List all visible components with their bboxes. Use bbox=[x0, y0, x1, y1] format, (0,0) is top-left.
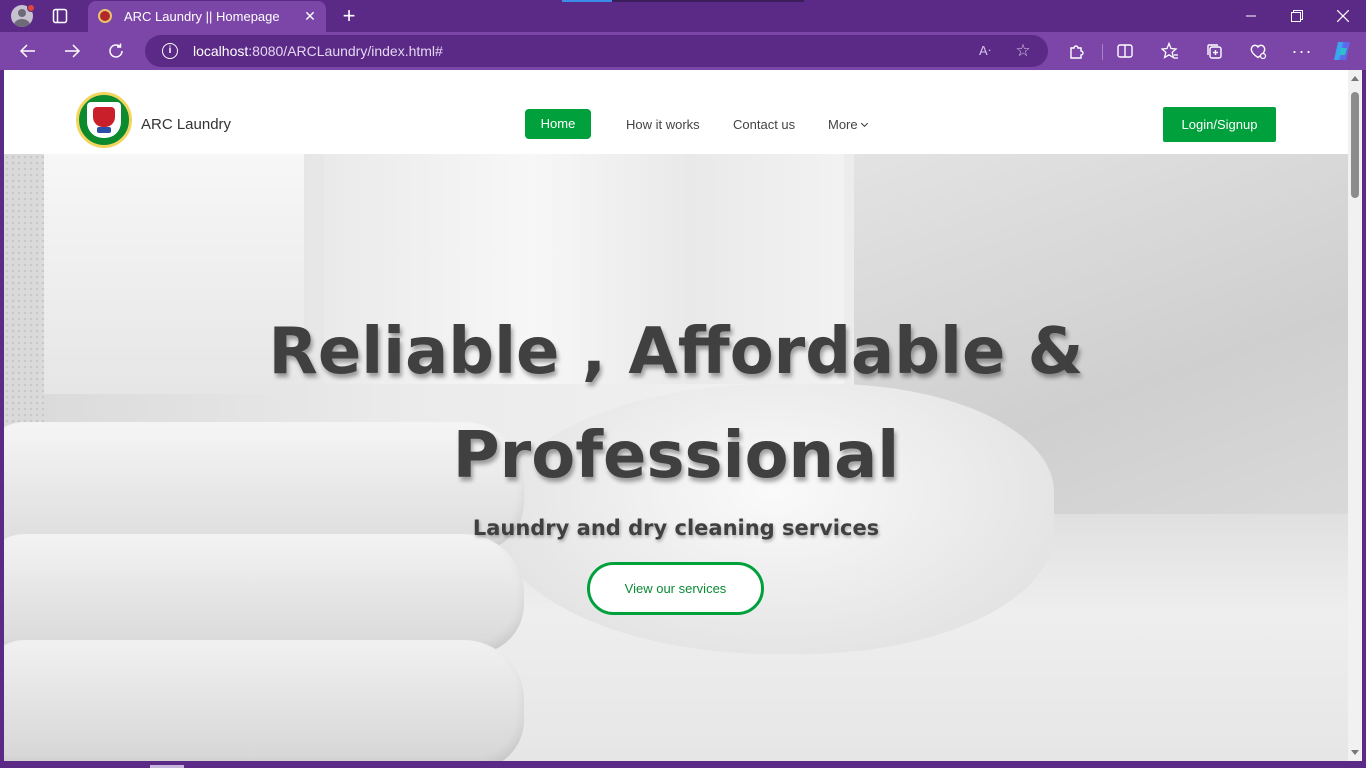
chevron-down-icon bbox=[860, 119, 868, 128]
scroll-up-icon[interactable] bbox=[1351, 76, 1359, 81]
favorites-bar-icon[interactable] bbox=[1158, 39, 1182, 63]
restore-button[interactable] bbox=[1274, 0, 1320, 32]
more-icon[interactable]: ··· bbox=[1290, 39, 1314, 63]
page-viewport: ARC Laundry Home How it works Contact us… bbox=[4, 70, 1348, 761]
hero-towel bbox=[4, 640, 524, 761]
reload-icon[interactable] bbox=[101, 36, 131, 66]
hero-title: Reliable , Affordable & Professional bbox=[4, 300, 1348, 508]
window-drag-indicator bbox=[562, 0, 804, 2]
nav-more-label: More bbox=[828, 117, 858, 132]
toolbar-divider bbox=[1102, 44, 1103, 60]
close-tab-icon[interactable]: ✕ bbox=[302, 8, 318, 24]
copilot-icon[interactable] bbox=[1330, 39, 1354, 63]
brand-name[interactable]: ARC Laundry bbox=[141, 116, 231, 133]
nav-contact-us[interactable]: Contact us bbox=[733, 117, 795, 132]
window-bottom-edge bbox=[0, 761, 1366, 768]
tab-title: ARC Laundry || Homepage bbox=[124, 9, 280, 24]
hero-title-line1: Reliable , Affordable & bbox=[268, 315, 1084, 389]
address-bar[interactable]: i localhost:8080/ARCLaundry/index.html# … bbox=[145, 35, 1048, 67]
browser-tab-active[interactable]: ARC Laundry || Homepage ✕ bbox=[88, 1, 326, 32]
nav-home-button[interactable]: Home bbox=[525, 109, 591, 139]
hero-subtitle: Laundry and dry cleaning services bbox=[472, 516, 880, 540]
nav-how-it-works[interactable]: How it works bbox=[626, 117, 700, 132]
favorite-icon[interactable]: ☆ bbox=[1013, 41, 1033, 61]
profile-icon[interactable] bbox=[10, 4, 35, 28]
site-header: ARC Laundry Home How it works Contact us… bbox=[4, 70, 1348, 154]
hero-title-line2: Professional bbox=[452, 419, 900, 493]
view-services-button[interactable]: View our services bbox=[587, 562, 764, 615]
back-icon[interactable] bbox=[13, 36, 43, 66]
read-aloud-icon[interactable]: Aᐧ bbox=[975, 41, 995, 61]
extensions-icon[interactable] bbox=[1065, 39, 1089, 63]
browser-essentials-icon[interactable] bbox=[1246, 39, 1270, 63]
forward-icon[interactable] bbox=[57, 36, 87, 66]
scroll-down-icon[interactable] bbox=[1351, 750, 1359, 755]
hero-section: Reliable , Affordable & Professional Lau… bbox=[4, 154, 1348, 761]
url-text[interactable]: localhost:8080/ARCLaundry/index.html# bbox=[193, 43, 443, 59]
tab-actions-icon[interactable] bbox=[48, 4, 72, 28]
split-screen-icon[interactable] bbox=[1113, 39, 1137, 63]
hero-towel bbox=[4, 534, 524, 654]
browser-toolbar: i localhost:8080/ARCLaundry/index.html# … bbox=[0, 32, 1366, 70]
close-window-button[interactable] bbox=[1320, 0, 1366, 32]
favicon-icon bbox=[98, 9, 112, 23]
site-logo[interactable] bbox=[76, 92, 132, 148]
info-icon[interactable]: i bbox=[162, 43, 178, 59]
scrollbar-thumb[interactable] bbox=[1351, 92, 1359, 198]
page-scrollbar[interactable] bbox=[1348, 70, 1362, 761]
browser-tab-bar: ARC Laundry || Homepage ✕ + bbox=[0, 0, 1366, 32]
nav-more-dropdown[interactable]: More bbox=[828, 117, 868, 132]
minimize-button[interactable] bbox=[1228, 0, 1274, 32]
new-tab-icon[interactable]: + bbox=[337, 4, 361, 28]
login-signup-button[interactable]: Login/Signup bbox=[1163, 107, 1276, 142]
collections-icon[interactable] bbox=[1202, 39, 1226, 63]
